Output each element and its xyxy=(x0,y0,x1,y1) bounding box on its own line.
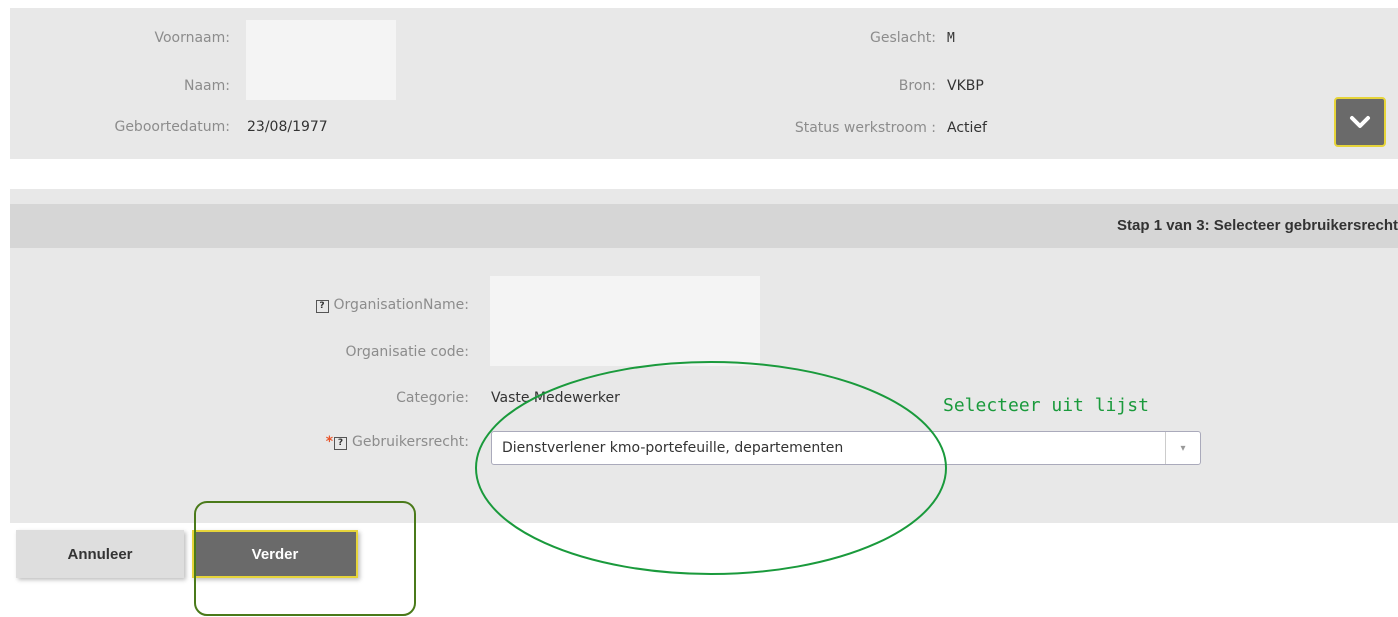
gebruikersrecht-selected-value: Dienstverlener kmo-portefeuille, departe… xyxy=(502,440,844,456)
naam-label: Naam: xyxy=(184,78,230,94)
organisation-name-label: ? OrganisationName: xyxy=(315,297,469,313)
gebruikersrecht-label: *? Gebruikersrecht: xyxy=(326,434,469,450)
status-werkstroom-value: Actief xyxy=(947,120,987,136)
voornaam-label: Voornaam: xyxy=(154,30,230,46)
required-marker: * xyxy=(325,434,334,450)
geboortedatum-value: 23/08/1977 xyxy=(247,119,328,135)
cancel-button[interactable]: Annuleer xyxy=(16,530,184,578)
expand-details-button[interactable] xyxy=(1334,97,1386,147)
step-header: Stap 1 van 3: Selecteer gebruikersrecht xyxy=(10,204,1398,248)
bron-label: Bron: xyxy=(898,78,936,94)
organisatie-code-label: Organisatie code: xyxy=(345,344,469,360)
annotation-hint: Selecteer uit lijst xyxy=(943,395,1149,416)
geboortedatum-label: Geboortedatum: xyxy=(114,119,230,135)
dropdown-arrow-icon[interactable]: ▾ xyxy=(1165,432,1200,464)
gebruikersrecht-select[interactable]: Dienstverlener kmo-portefeuille, departe… xyxy=(491,431,1201,465)
geslacht-value: M xyxy=(947,31,955,46)
organisation-name-label-text: OrganisationName: xyxy=(333,297,469,313)
help-icon[interactable]: ? xyxy=(315,300,329,313)
status-werkstroom-label: Status werkstroom : xyxy=(794,120,936,136)
bron-value: VKBP xyxy=(947,78,984,94)
categorie-value: Vaste Medewerker xyxy=(491,390,620,406)
chevron-down-icon xyxy=(1350,116,1370,128)
gebruikersrecht-label-text: Gebruikersrecht: xyxy=(352,434,469,450)
categorie-label: Categorie: xyxy=(396,390,469,406)
voornaam-value-redacted xyxy=(246,20,396,100)
geslacht-label: Geslacht: xyxy=(869,30,936,46)
organisation-value-redacted xyxy=(490,276,760,366)
help-icon[interactable]: ? xyxy=(334,437,348,450)
next-button[interactable]: Verder xyxy=(192,530,358,578)
step-title: Stap 1 van 3: Selecteer gebruikersrecht xyxy=(1117,217,1398,234)
